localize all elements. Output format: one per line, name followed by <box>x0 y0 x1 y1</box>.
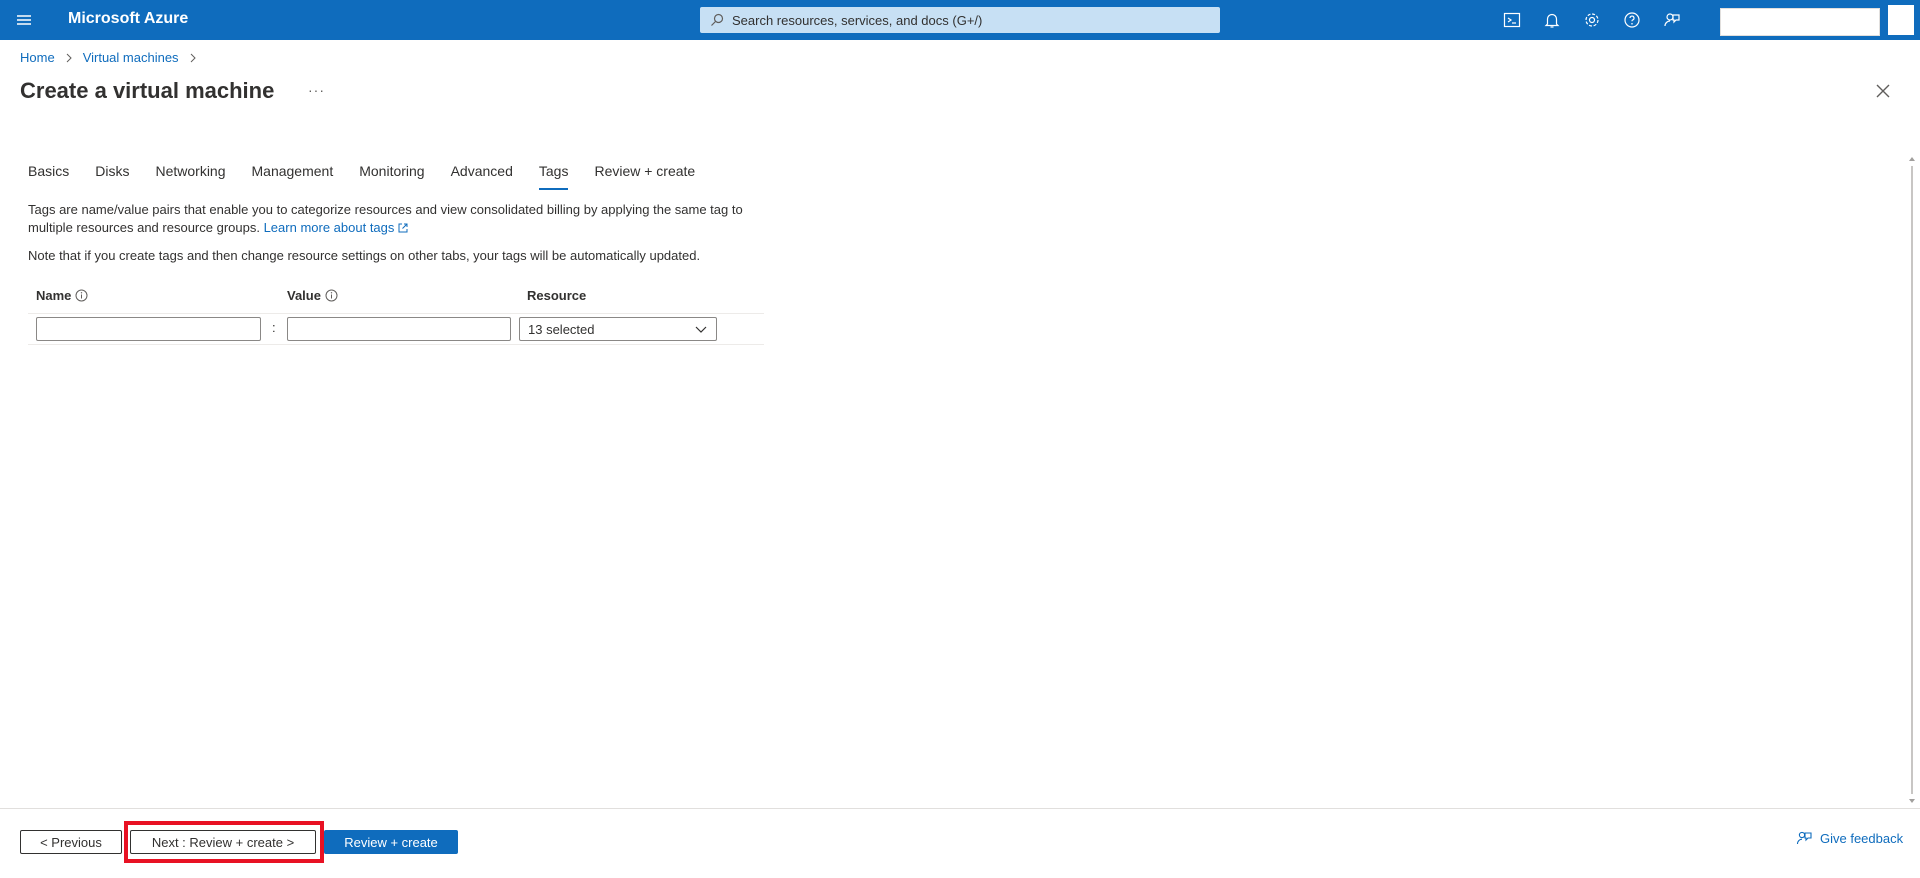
search-icon <box>710 13 724 27</box>
header-resource: Resource <box>527 288 587 303</box>
chevron-right-icon <box>66 53 72 62</box>
content-scrollbar[interactable] <box>1906 154 1918 806</box>
review-create-button[interactable]: Review + create <box>324 830 458 854</box>
close-icon[interactable] <box>1874 82 1892 100</box>
scroll-up-icon[interactable] <box>1906 154 1918 164</box>
tags-note: Note that if you create tags and then ch… <box>28 248 701 263</box>
search-input[interactable] <box>732 12 1212 28</box>
more-options-icon[interactable]: ··· <box>308 82 325 98</box>
tags-description: Tags are name/value pairs that enable yo… <box>28 201 768 237</box>
tab-monitoring[interactable]: Monitoring <box>346 160 437 190</box>
learn-more-tags-link[interactable]: Learn more about tags <box>264 220 409 235</box>
tab-review-create[interactable]: Review + create <box>581 160 708 190</box>
tag-separator: : <box>272 320 276 335</box>
wizard-tabs: Basics Disks Networking Management Monit… <box>28 160 708 190</box>
scroll-down-icon[interactable] <box>1906 796 1918 806</box>
tab-tags[interactable]: Tags <box>526 160 582 190</box>
cloud-shell-icon[interactable] <box>1500 8 1524 32</box>
brand-title[interactable]: Microsoft Azure <box>68 10 188 28</box>
tab-management[interactable]: Management <box>239 160 347 190</box>
external-link-icon <box>398 223 408 233</box>
notifications-icon[interactable] <box>1540 8 1564 32</box>
previous-button[interactable]: < Previous <box>20 830 122 854</box>
resource-dropdown[interactable]: 13 selected <box>519 317 717 341</box>
tab-networking[interactable]: Networking <box>142 160 238 190</box>
next-review-create-button[interactable]: Next : Review + create > <box>130 830 316 854</box>
top-toolbar <box>1500 8 1684 32</box>
feedback-icon[interactable] <box>1660 8 1684 32</box>
tag-table-header: Name Value Resource <box>28 284 764 314</box>
feedback-person-icon <box>1796 831 1812 845</box>
avatar[interactable] <box>1888 5 1914 35</box>
global-search[interactable] <box>700 7 1220 33</box>
tab-basics[interactable]: Basics <box>28 160 82 190</box>
help-icon[interactable] <box>1620 8 1644 32</box>
tag-name-input[interactable] <box>36 317 261 341</box>
tag-value-input[interactable] <box>287 317 511 341</box>
breadcrumb: Home Virtual machines <box>20 50 207 65</box>
tab-disks[interactable]: Disks <box>82 160 142 190</box>
tag-table: Name Value Resource : 13 selected <box>28 284 764 345</box>
give-feedback-link[interactable]: Give feedback <box>1796 830 1903 846</box>
settings-icon[interactable] <box>1580 8 1604 32</box>
tab-advanced[interactable]: Advanced <box>438 160 526 190</box>
scrollbar-thumb[interactable] <box>1911 166 1913 794</box>
info-icon[interactable] <box>75 289 88 302</box>
info-icon[interactable] <box>325 289 338 302</box>
chevron-down-icon <box>695 326 707 333</box>
breadcrumb-virtual-machines[interactable]: Virtual machines <box>83 50 179 65</box>
top-bar: Microsoft Azure <box>0 0 1920 40</box>
row-divider <box>28 344 764 345</box>
page-title: Create a virtual machine <box>20 78 275 103</box>
chevron-right-icon <box>190 53 196 62</box>
header-name: Name <box>36 288 88 303</box>
resource-dropdown-value: 13 selected <box>528 321 595 337</box>
account-menu[interactable] <box>1720 8 1880 36</box>
header-value: Value <box>287 288 338 303</box>
wizard-footer: < Previous Next : Review + create > Revi… <box>0 808 1920 878</box>
hamburger-menu-icon[interactable] <box>12 8 36 32</box>
breadcrumb-home[interactable]: Home <box>20 50 55 65</box>
